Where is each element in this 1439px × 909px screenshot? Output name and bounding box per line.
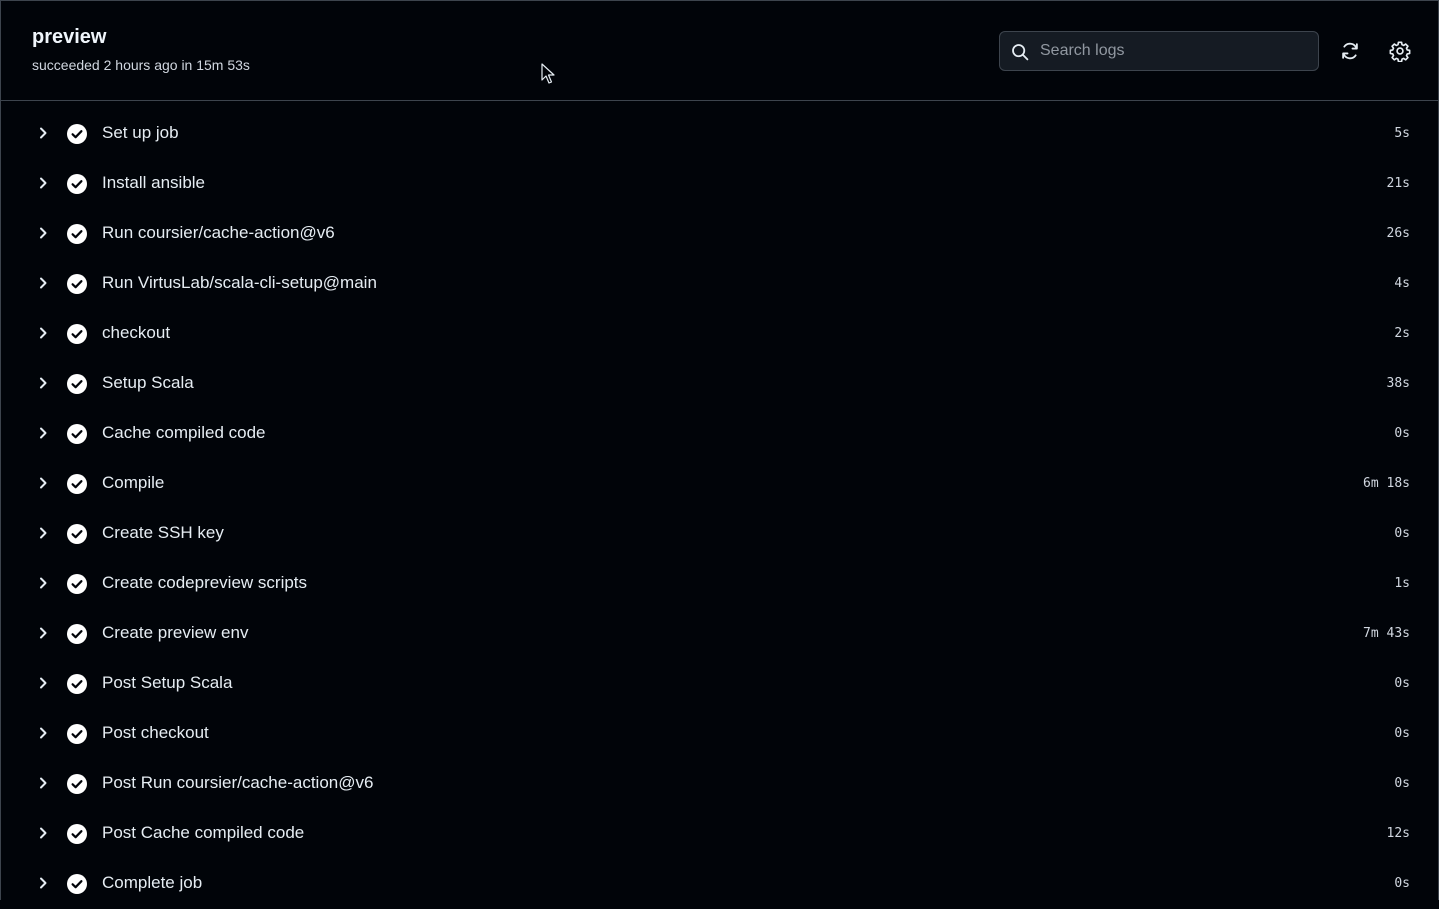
check-circle-icon [67, 174, 87, 194]
chevron-right-icon[interactable] [35, 575, 51, 591]
chevron-right-icon[interactable] [35, 425, 51, 441]
job-step[interactable]: Set up job 5s [1, 109, 1438, 159]
check-circle-icon [67, 474, 87, 494]
check-circle-icon [67, 274, 87, 294]
step-name: Create codepreview scripts [102, 573, 308, 592]
chevron-right-icon[interactable] [35, 675, 51, 691]
chevron-right-icon[interactable] [35, 475, 51, 491]
chevron-right-icon[interactable] [35, 125, 51, 141]
job-step[interactable]: Cache compiled code 0s [1, 409, 1438, 459]
chevron-right-icon[interactable] [35, 775, 51, 791]
chevron-right-icon[interactable] [35, 175, 51, 191]
step-duration: 38s [1386, 376, 1410, 391]
job-step[interactable]: Post Run coursier/cache-action@v6 0s [1, 759, 1438, 809]
check-circle-icon [67, 774, 87, 794]
step-name: Set up job [102, 123, 179, 142]
step-name: Install ansible [102, 173, 206, 192]
chevron-right-icon[interactable] [35, 625, 51, 641]
chevron-right-icon[interactable] [35, 325, 51, 341]
job-step[interactable]: Post Setup Scala 0s [1, 659, 1438, 709]
step-duration: 26s [1386, 226, 1410, 241]
job-step[interactable]: Create SSH key 0s [1, 509, 1438, 559]
check-circle-icon [67, 324, 87, 344]
step-name: Compile [102, 473, 165, 492]
step-name: Post Cache compiled code [102, 823, 305, 842]
step-duration: 6m 18s [1363, 476, 1410, 491]
step-name: Post checkout [102, 723, 209, 742]
step-duration: 7m 43s [1363, 626, 1410, 641]
chevron-right-icon[interactable] [35, 825, 51, 841]
job-step[interactable]: Compile 6m 18s [1, 459, 1438, 509]
step-name: Post Setup Scala [102, 673, 233, 692]
search-logs-box[interactable] [999, 31, 1319, 71]
job-step[interactable]: Create codepreview scripts 1s [1, 559, 1438, 609]
mouse-pointer-icon [541, 63, 555, 84]
step-duration: 5s [1394, 126, 1410, 141]
step-duration: 0s [1394, 526, 1410, 541]
step-duration: 0s [1394, 776, 1410, 791]
step-duration: 0s [1394, 726, 1410, 741]
step-name: Create preview env [102, 623, 249, 642]
job-step[interactable]: Create preview env 7m 43s [1, 609, 1438, 659]
check-circle-icon [67, 524, 87, 544]
step-name: Create SSH key [102, 523, 224, 542]
check-circle-icon [67, 124, 87, 144]
job-log-panel: preview succeeded 2 hours ago in 15m 53s [0, 0, 1439, 900]
check-circle-icon [67, 374, 87, 394]
chevron-right-icon[interactable] [35, 525, 51, 541]
job-step[interactable]: Complete job 0s [1, 859, 1438, 909]
step-name: Complete job [102, 873, 203, 892]
job-header: preview succeeded 2 hours ago in 15m 53s [1, 1, 1438, 101]
step-duration: 1s [1394, 576, 1410, 591]
chevron-right-icon[interactable] [35, 875, 51, 891]
check-circle-icon [67, 874, 87, 894]
gear-icon [1389, 41, 1411, 62]
job-step[interactable]: Post checkout 0s [1, 709, 1438, 759]
search-logs-input[interactable] [1040, 38, 1310, 64]
job-step[interactable]: Run VirtusLab/scala-cli-setup@main 4s [1, 259, 1438, 309]
settings-button[interactable] [1384, 35, 1416, 67]
check-circle-icon [67, 824, 87, 844]
check-circle-icon [67, 724, 87, 744]
step-duration: 0s [1394, 426, 1410, 441]
check-circle-icon [67, 674, 87, 694]
step-name: Post Run coursier/cache-action@v6 [102, 773, 374, 792]
check-circle-icon [67, 424, 87, 444]
check-circle-icon [67, 224, 87, 244]
job-steps-list: Set up job 5s Install ansible 21s Run co… [1, 109, 1438, 909]
step-name: checkout [102, 323, 171, 342]
step-name: Run coursier/cache-action@v6 [102, 223, 335, 242]
chevron-right-icon[interactable] [35, 275, 51, 291]
step-duration: 21s [1386, 176, 1410, 191]
job-step[interactable]: Setup Scala 38s [1, 359, 1438, 409]
step-name: Run VirtusLab/scala-cli-setup@main [102, 273, 377, 292]
step-name: Setup Scala [102, 373, 194, 392]
job-step[interactable]: Run coursier/cache-action@v6 26s [1, 209, 1438, 259]
step-duration: 12s [1386, 826, 1410, 841]
chevron-right-icon[interactable] [35, 375, 51, 391]
job-step[interactable]: checkout 2s [1, 309, 1438, 359]
chevron-right-icon[interactable] [35, 225, 51, 241]
step-name: Cache compiled code [102, 423, 266, 442]
refresh-button[interactable] [1334, 35, 1366, 67]
search-icon [1012, 44, 1029, 61]
step-duration: 0s [1394, 876, 1410, 891]
job-step[interactable]: Install ansible 21s [1, 159, 1438, 209]
refresh-icon [1342, 42, 1358, 60]
job-title: preview [32, 26, 107, 48]
chevron-right-icon[interactable] [35, 725, 51, 741]
step-duration: 2s [1394, 326, 1410, 341]
step-duration: 0s [1394, 676, 1410, 691]
check-circle-icon [67, 624, 87, 644]
step-duration: 4s [1394, 276, 1410, 291]
job-step[interactable]: Post Cache compiled code 12s [1, 809, 1438, 859]
check-circle-icon [67, 574, 87, 594]
job-status: succeeded 2 hours ago in 15m 53s [32, 57, 250, 73]
